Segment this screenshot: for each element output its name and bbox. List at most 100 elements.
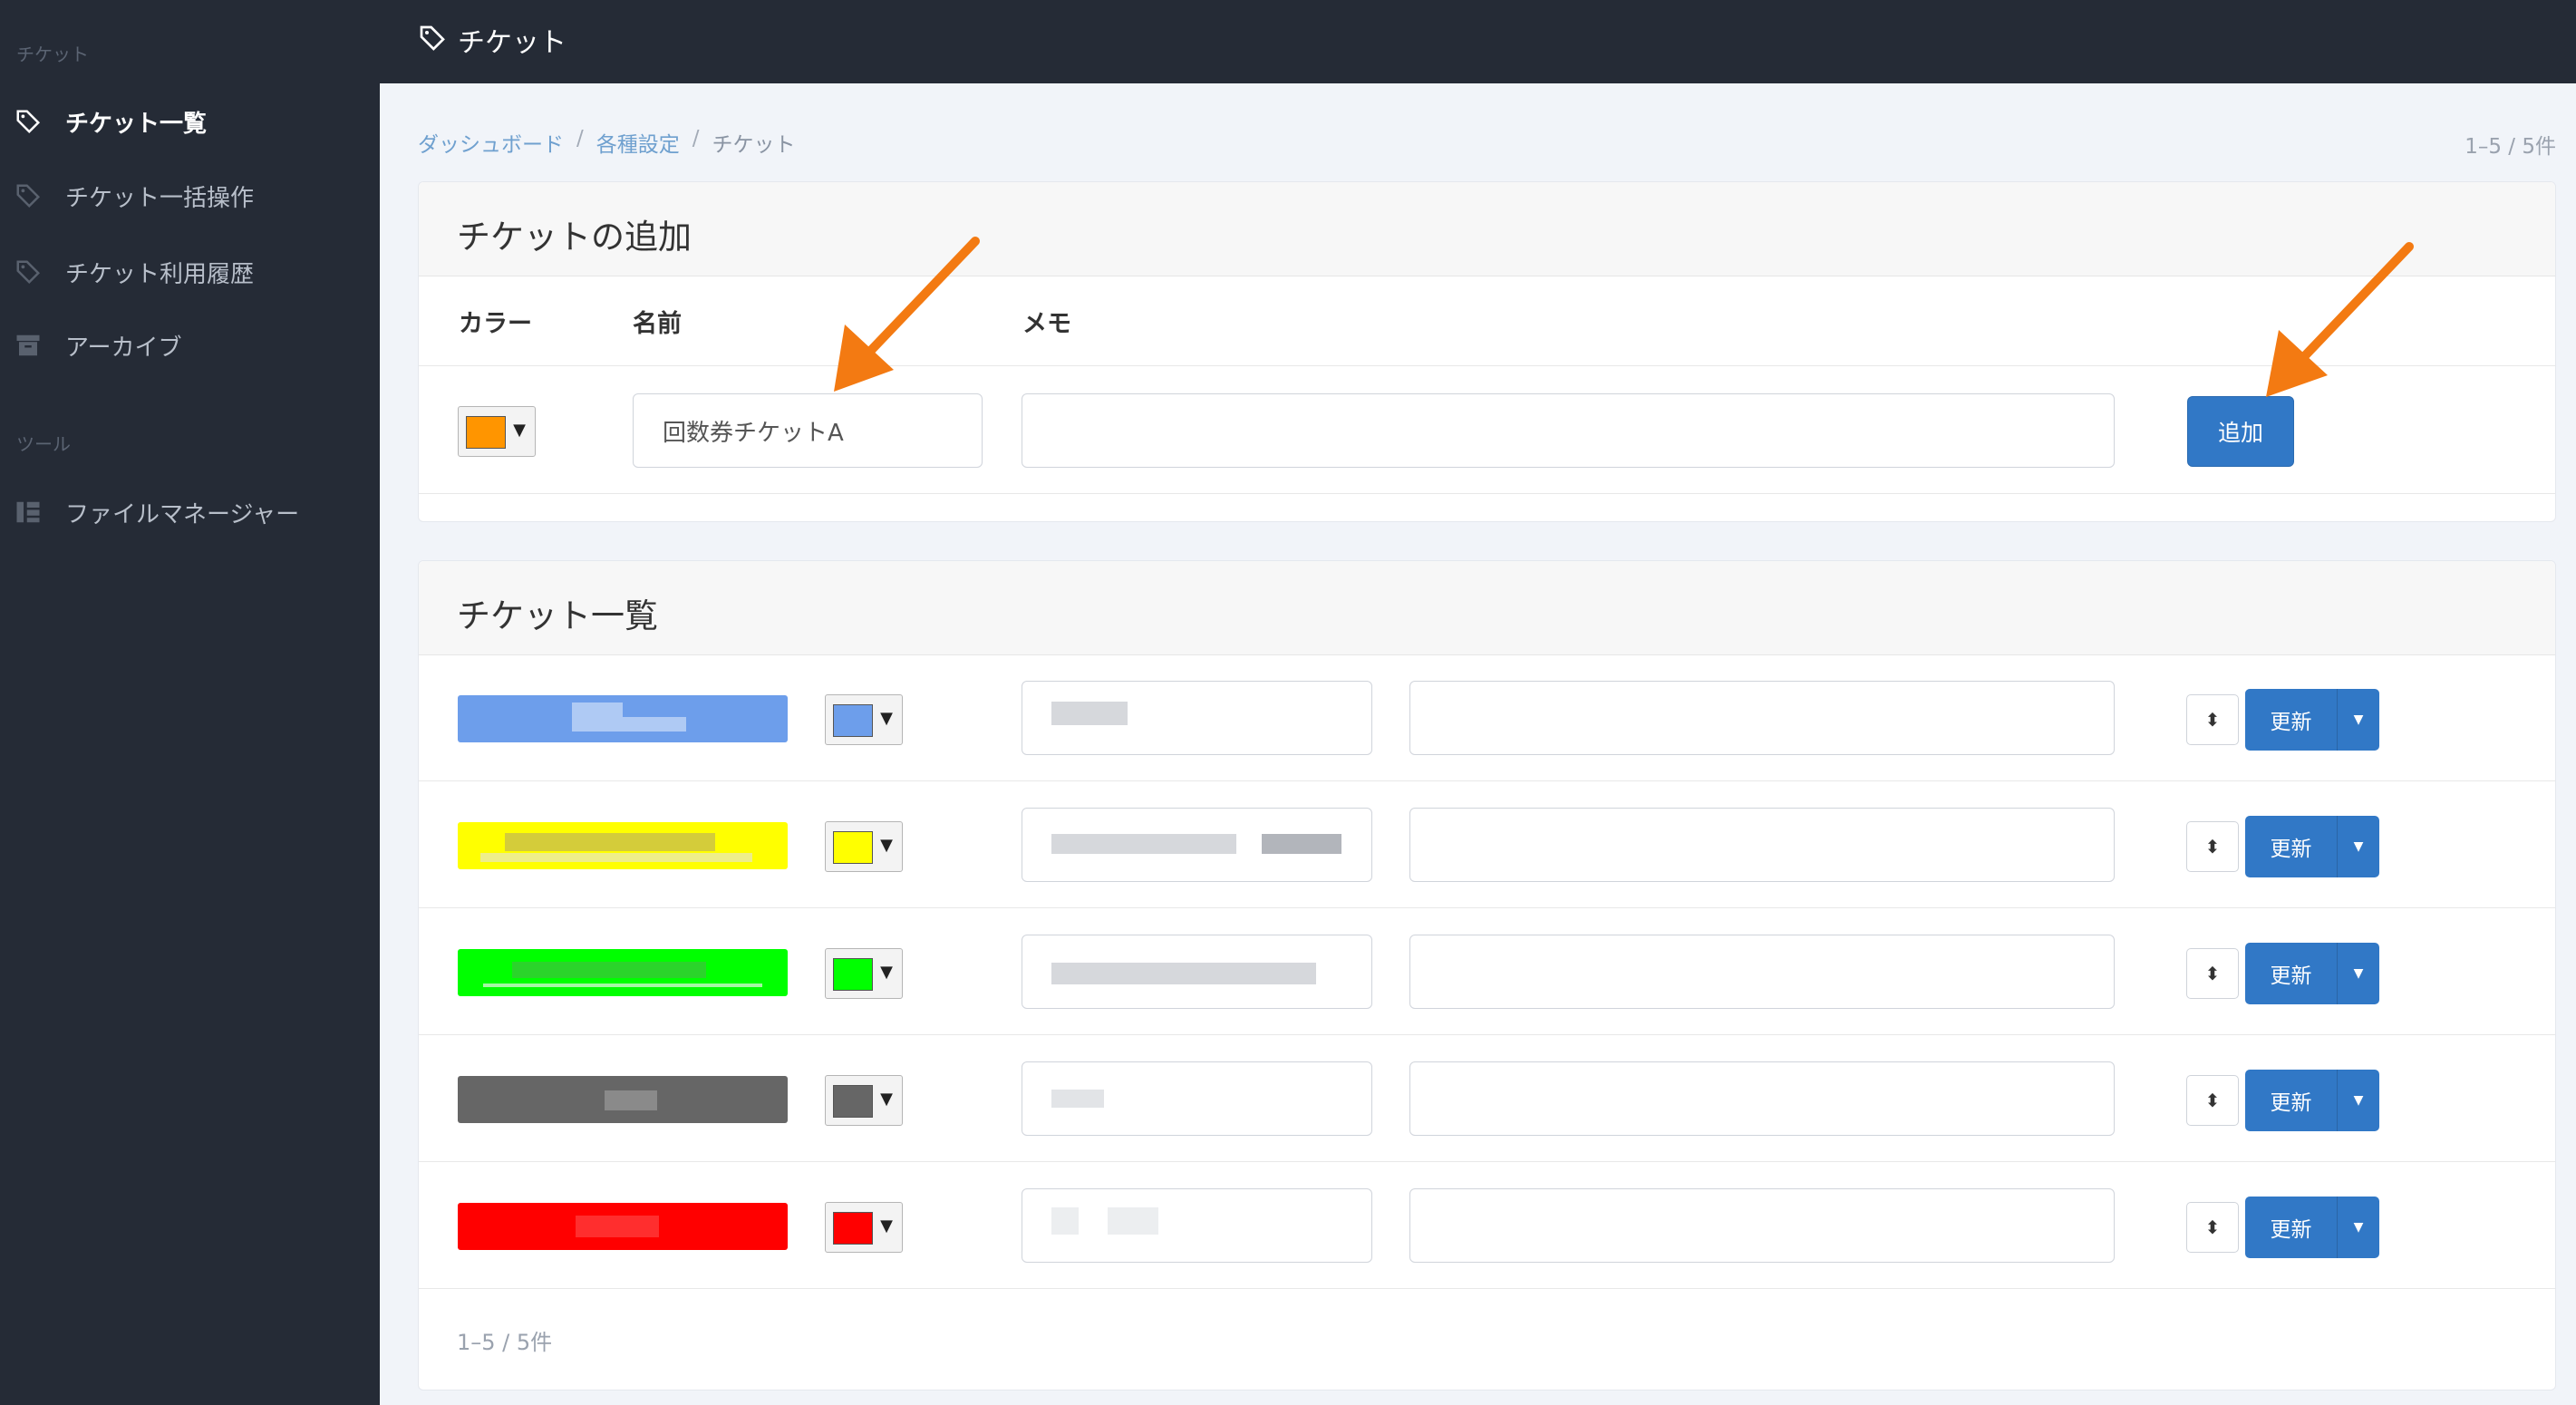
update-button[interactable]: 更新 <box>2245 943 2338 1004</box>
breadcrumb-separator: / <box>576 127 584 150</box>
sidebar-item-file-manager[interactable]: ファイルマネージャー <box>0 480 380 544</box>
color-swatch <box>833 1085 873 1118</box>
divider <box>419 780 2555 781</box>
color-picker[interactable]: ▼ <box>825 694 903 745</box>
redacted-text <box>512 962 706 978</box>
color-picker[interactable]: ▼ <box>825 1202 903 1253</box>
redacted-text <box>576 1216 659 1237</box>
breadcrumb-settings[interactable]: 各種設定 <box>596 127 680 158</box>
color-swatch <box>833 958 873 991</box>
footer-count: 1–5 / 5件 <box>457 1330 553 1355</box>
redacted-text <box>505 833 715 851</box>
update-split-button: 更新 ▼ <box>2245 1197 2379 1258</box>
sidebar-item-ticket-bulk[interactable]: チケット一括操作 <box>0 164 380 228</box>
list-card-header: チケット一覧 <box>419 561 2555 655</box>
ticket-name-input[interactable] <box>1022 935 1372 1009</box>
col-header-name: 名前 <box>633 310 682 338</box>
ticket-name-input[interactable] <box>1022 1061 1372 1136</box>
sort-icon[interactable]: ⬍ <box>2186 821 2239 872</box>
chevron-down-icon: ▼ <box>880 1216 893 1235</box>
sidebar-item-label: ファイルマネージャー <box>65 500 300 528</box>
sidebar: チケット チケット一覧 チケット一括操作 チケット利用履歴 アーカイブ ツール … <box>0 0 380 1405</box>
sort-icon[interactable]: ⬍ <box>2186 1075 2239 1126</box>
redacted-text <box>572 702 623 717</box>
update-button[interactable]: 更新 <box>2245 1197 2338 1258</box>
color-swatch <box>833 1212 873 1245</box>
redacted-text <box>1051 702 1128 725</box>
breadcrumb-separator: / <box>692 127 700 150</box>
ticket-list-card: チケット一覧 ▼ ⬍ 更新 ▼ ▼ ⬍ 更新 ▼ ▼ ⬍ 更新 ▼ ▼ ⬍ 更新… <box>418 560 2556 1390</box>
redacted-text <box>1051 963 1316 984</box>
sidebar-item-ticket-list[interactable]: チケット一覧 <box>0 90 380 153</box>
sort-icon[interactable]: ⬍ <box>2186 694 2239 745</box>
tag-icon <box>16 110 41 134</box>
color-swatch <box>833 831 873 864</box>
redacted-text <box>480 853 752 862</box>
color-picker[interactable]: ▼ <box>458 406 536 457</box>
ticket-memo-input[interactable] <box>1409 935 2115 1009</box>
redacted-text <box>1262 834 1341 854</box>
ticket-tag-preview <box>458 822 788 869</box>
divider <box>419 1161 2555 1162</box>
sidebar-item-archive[interactable]: アーカイブ <box>0 314 380 377</box>
ticket-memo-input[interactable] <box>1409 808 2115 882</box>
divider <box>419 1288 2555 1289</box>
ticket-memo-input[interactable] <box>1409 1188 2115 1263</box>
sidebar-item-label: アーカイブ <box>65 334 182 362</box>
update-button[interactable]: 更新 <box>2245 816 2338 877</box>
add-card-title: チケットの追加 <box>457 218 692 257</box>
sidebar-section-tools: ツール <box>16 433 71 455</box>
chevron-down-icon: ▼ <box>513 421 526 440</box>
add-ticket-card: チケットの追加 カラー 名前 メモ ▼ 回数券チケットA 追加 <box>418 181 2556 522</box>
update-button[interactable]: 更新 <box>2245 1070 2338 1131</box>
color-picker[interactable]: ▼ <box>825 1075 903 1126</box>
breadcrumb-dashboard[interactable]: ダッシュボード <box>418 127 564 158</box>
ticket-tag-preview <box>458 1076 788 1123</box>
sort-icon[interactable]: ⬍ <box>2186 1202 2239 1253</box>
tag-icon <box>16 260 41 285</box>
ticket-memo-input[interactable] <box>1409 1061 2115 1136</box>
redacted-text <box>483 984 762 987</box>
redacted-text <box>1108 1207 1158 1235</box>
name-input-value: 回数券チケットA <box>663 419 844 447</box>
add-card-header: チケットの追加 <box>419 182 2555 276</box>
update-split-button: 更新 ▼ <box>2245 943 2379 1004</box>
caret-down-icon[interactable]: ▼ <box>2338 943 2379 1004</box>
redacted-text <box>1051 1090 1104 1108</box>
add-button[interactable]: 追加 <box>2187 396 2294 467</box>
caret-down-icon[interactable]: ▼ <box>2338 1197 2379 1258</box>
update-button[interactable]: 更新 <box>2245 689 2338 751</box>
memo-input[interactable] <box>1022 393 2115 468</box>
divider <box>419 907 2555 908</box>
sidebar-item-label: チケット利用履歴 <box>65 260 255 288</box>
chevron-down-icon: ▼ <box>880 836 893 855</box>
topbar: チケット <box>380 0 2576 83</box>
sort-icon[interactable]: ⬍ <box>2186 948 2239 999</box>
breadcrumb-current: チケット <box>712 133 796 157</box>
color-swatch <box>466 416 506 449</box>
ticket-tag-preview <box>458 949 788 996</box>
caret-down-icon[interactable]: ▼ <box>2338 816 2379 877</box>
tag-icon <box>16 184 41 208</box>
ticket-name-input[interactable] <box>1022 808 1372 882</box>
col-header-memo: メモ <box>1022 310 1071 338</box>
ticket-name-input[interactable] <box>1022 681 1372 755</box>
redacted-text <box>572 717 686 732</box>
update-split-button: 更新 ▼ <box>2245 689 2379 751</box>
name-input[interactable]: 回数券チケットA <box>633 393 983 468</box>
sidebar-item-ticket-history[interactable]: チケット利用履歴 <box>0 240 380 304</box>
chevron-down-icon: ▼ <box>880 1090 893 1109</box>
divider <box>419 365 2555 366</box>
color-picker[interactable]: ▼ <box>825 948 903 999</box>
list-card-title: チケット一覧 <box>457 596 658 635</box>
archive-icon <box>16 334 40 356</box>
ticket-name-input[interactable] <box>1022 1188 1372 1263</box>
caret-down-icon[interactable]: ▼ <box>2338 1070 2379 1131</box>
color-swatch <box>833 704 873 737</box>
ticket-memo-input[interactable] <box>1409 681 2115 755</box>
color-picker[interactable]: ▼ <box>825 821 903 872</box>
caret-down-icon[interactable]: ▼ <box>2338 689 2379 751</box>
chevron-down-icon: ▼ <box>880 709 893 728</box>
update-split-button: 更新 ▼ <box>2245 1070 2379 1131</box>
divider <box>419 1034 2555 1035</box>
